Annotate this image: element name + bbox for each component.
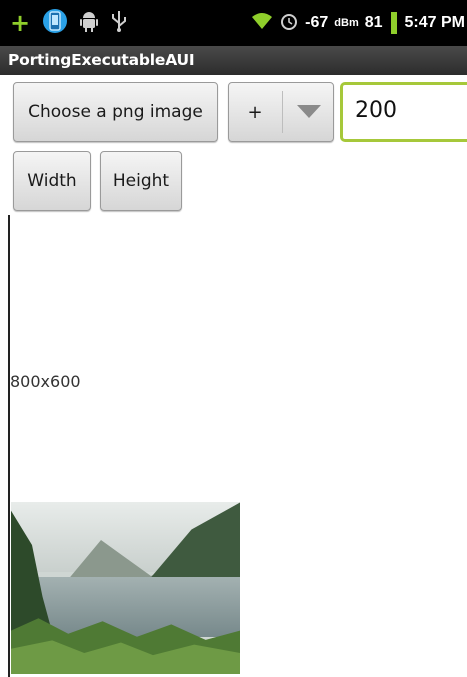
app-title: PortingExecutableAUI [8, 51, 195, 69]
phone-icon [42, 6, 68, 40]
spinner-value: + [247, 101, 263, 123]
number-input[interactable] [343, 85, 467, 135]
status-left: + [10, 8, 128, 38]
image-dimensions: 800x600 [10, 372, 81, 391]
battery-icon [390, 12, 397, 34]
usb-icon [110, 9, 128, 37]
number-field[interactable] [340, 82, 467, 142]
width-button[interactable]: Width [13, 151, 91, 211]
alarm-icon [279, 11, 299, 35]
battery-level: 81 [364, 14, 383, 31]
chevron-down-icon [297, 105, 321, 118]
content-edge [8, 215, 10, 677]
status-bar: + -67 dBm 81 5:47 PM [0, 0, 467, 46]
choose-png-button[interactable]: Choose a png image [13, 82, 218, 142]
wifi-icon [251, 11, 273, 35]
spinner-divider [282, 91, 283, 133]
status-right: -67 dBm 81 5:47 PM [251, 8, 465, 38]
signal-unit: dBm [334, 17, 359, 29]
operator-spinner[interactable]: + [228, 82, 334, 142]
plus-icon: + [10, 9, 31, 37]
image-preview [11, 502, 240, 674]
signal-value: -67 [305, 14, 329, 31]
title-bar: PortingExecutableAUI [0, 46, 467, 75]
height-button[interactable]: Height [100, 151, 182, 211]
clock: 5:47 PM [404, 14, 465, 31]
android-icon [80, 10, 99, 36]
